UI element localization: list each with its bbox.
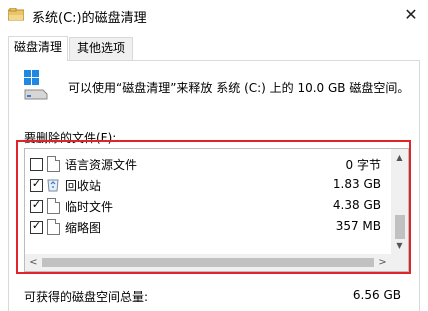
vertical-scrollbar[interactable]: ▲ ▼ [391, 149, 408, 254]
scroll-down-icon[interactable]: ▼ [391, 237, 408, 254]
tab-disk-cleanup[interactable]: 磁盘清理 [8, 36, 68, 61]
tab-more-options[interactable]: 其他选项 [69, 37, 133, 60]
item-label: 回收站 [65, 179, 102, 193]
total-space-label: 可获得的磁盘空间总量: [24, 290, 149, 304]
window-title: 系统(C:)的磁盘清理 [32, 11, 147, 26]
files-list[interactable]: 语言资源文件 0 字节 ✓ 回收站 1.83 GB ✓ 临时文件 4.38 GB… [24, 148, 409, 272]
item-size: 357 MB [335, 219, 381, 233]
checkbox[interactable] [30, 158, 43, 171]
item-label: 缩略图 [65, 221, 102, 235]
total-space-value: 6.56 GB [352, 288, 401, 302]
checkbox[interactable]: ✓ [30, 177, 43, 192]
file-icon [47, 156, 60, 172]
free-space-message: 可以使用“磁盘清理”来释放 系统 (C:) 上的 10.0 GB 磁盘空间。 [68, 81, 410, 95]
item-label: 语言资源文件 [65, 158, 138, 172]
tab-strip: 磁盘清理 其他选项 [0, 30, 428, 61]
check-icon: ✓ [31, 198, 42, 211]
disk-cleanup-app-icon [8, 8, 24, 21]
scrollbar-corner [391, 254, 408, 271]
files-to-delete-label: 要删除的文件(F): [24, 131, 117, 145]
title-bar: 系统(C:)的磁盘清理 ✕ [0, 0, 428, 30]
check-icon: ✓ [31, 177, 42, 190]
item-size: 1.83 GB [332, 177, 381, 191]
item-size: 4.38 GB [332, 198, 381, 212]
list-item[interactable]: 语言资源文件 0 字节 [25, 154, 391, 175]
checkbox[interactable]: ✓ [30, 219, 43, 234]
list-item[interactable]: ✓ 回收站 1.83 GB [25, 175, 391, 196]
vertical-scroll-thumb[interactable] [395, 215, 405, 239]
list-item[interactable]: ✓ 缩略图 357 MB [25, 217, 391, 238]
item-label: 临时文件 [65, 200, 114, 214]
horizontal-scroll-thumb[interactable] [42, 258, 374, 267]
horizontal-scrollbar[interactable]: < > [25, 254, 408, 271]
recycle-bin-icon [47, 179, 59, 192]
check-icon: ✓ [31, 219, 42, 232]
checkbox[interactable]: ✓ [30, 198, 43, 213]
scroll-right-icon[interactable]: > [374, 254, 391, 271]
drive-icon [24, 70, 48, 100]
scroll-left-icon[interactable]: < [25, 254, 42, 271]
close-button[interactable]: ✕ [394, 0, 428, 30]
file-icon [47, 198, 60, 214]
item-size: 0 字节 [345, 158, 381, 172]
scroll-up-icon[interactable]: ▲ [391, 149, 408, 166]
list-item[interactable]: ✓ 临时文件 4.38 GB [25, 196, 391, 217]
file-icon [47, 219, 60, 235]
